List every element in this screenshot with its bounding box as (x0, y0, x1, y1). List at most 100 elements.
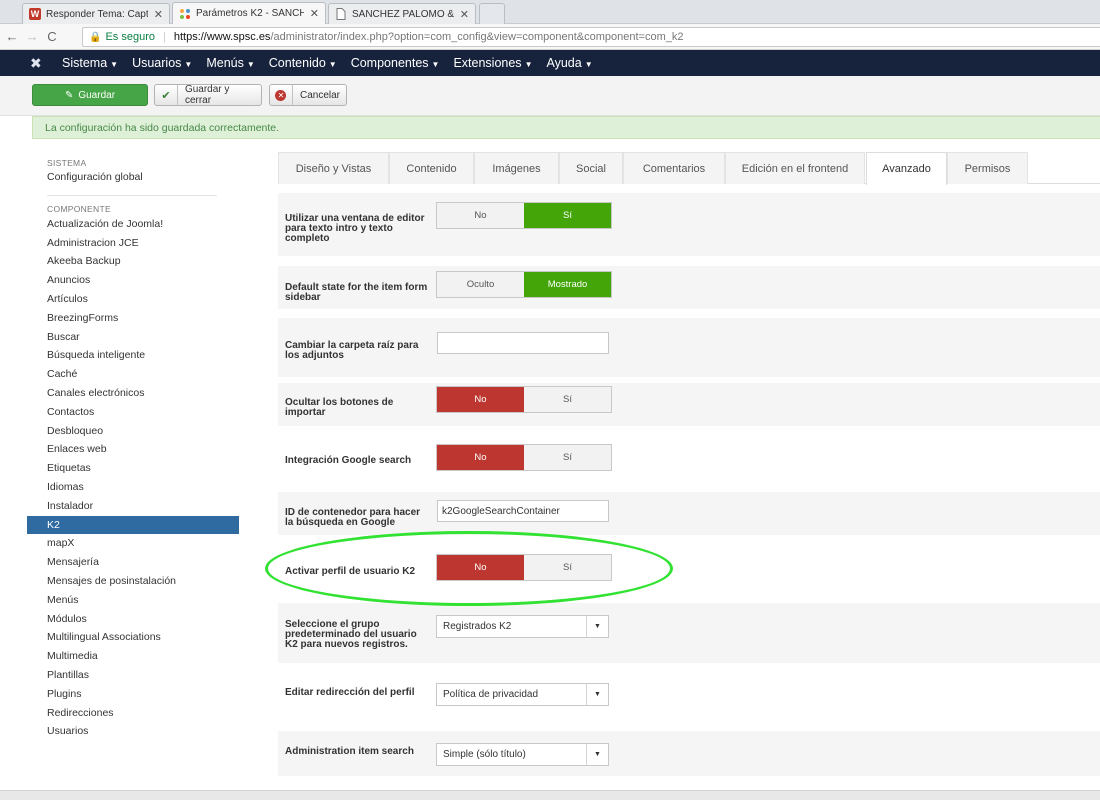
sidebar-item-k2-active[interactable]: K2 (27, 515, 239, 535)
close-tab-icon[interactable]: ✕ (154, 8, 163, 21)
field-row-google-container: ID de contenedor para hacer la búsqueda … (278, 492, 1100, 535)
browser-tab-sanchez-palomo[interactable]: SÁNCHEZ PALOMO & SÁ ✕ (328, 3, 476, 24)
close-tab-icon[interactable]: ✕ (460, 8, 469, 21)
tab-diseno-y-vistas[interactable]: Diseño y Vistas (278, 152, 389, 184)
option-mostrado-selected[interactable]: Mostrado (524, 272, 611, 297)
browser-tab-responder[interactable]: W Responder Tema: Captch ✕ (22, 3, 170, 24)
sidebar-item[interactable]: Administracion JCE (27, 234, 239, 253)
menu-menus[interactable]: Menús ▼ (206, 56, 254, 70)
tab-edicion-frontend[interactable]: Edición en el frontend (725, 152, 865, 184)
menu-componentes[interactable]: Componentes ▼ (351, 56, 440, 70)
cancel-icon: ✕ (270, 85, 293, 105)
sidebar-item[interactable]: Instalador (27, 497, 239, 516)
browser-tab-title: Parámetros K2 - SÁNCHE (196, 8, 304, 19)
menu-label: Sistema (62, 56, 108, 70)
tab-social[interactable]: Social (559, 152, 623, 184)
menu-sistema[interactable]: Sistema ▼ (62, 56, 118, 70)
sidebar-item[interactable]: Buscar (27, 328, 239, 347)
sidebar-item[interactable]: Canales electrónicos (27, 384, 239, 403)
field-row-ocultar-importar: Ocultar los botones de importar No Sí (278, 383, 1100, 426)
sidebar-item[interactable]: BreezingForms (27, 309, 239, 328)
admin-top-menu: ✖ Sistema ▼ Usuarios ▼ Menús ▼ Contenido ▼ C… (0, 50, 1100, 76)
option-si-selected[interactable]: Sí (524, 203, 611, 228)
sidebar-item[interactable]: Plantillas (27, 666, 239, 685)
caret-down-icon: ▼ (328, 60, 337, 69)
sidebar-item[interactable]: Búsqueda inteligente (27, 346, 239, 365)
sidebar-item[interactable]: mapX (27, 534, 239, 553)
url-host: https://www.spsc.es (173, 31, 271, 43)
menu-usuarios[interactable]: Usuarios ▼ (132, 56, 192, 70)
field-label: Default state for the item form sidebar (285, 282, 428, 303)
url-field[interactable]: 🔒 Es seguro | https://www.spsc.es/admini… (82, 27, 1100, 47)
caret-down-icon: ▼ (184, 60, 193, 69)
dropdown-arrow-icon: ▼ (586, 684, 608, 705)
grupo-usuario-select[interactable]: Registrados K2 ▼ (436, 615, 609, 638)
sidebar-divider (47, 194, 217, 196)
save-and-close-button[interactable]: ✔ Guardar y cerrar (154, 84, 262, 106)
tab-comentarios[interactable]: Comentarios (623, 152, 725, 184)
tab-contenido[interactable]: Contenido (389, 152, 474, 184)
sidebar-item[interactable]: Enlaces web (27, 440, 239, 459)
forward-arrow-icon[interactable]: → (24, 29, 40, 44)
option-no[interactable]: No (437, 203, 524, 228)
caret-down-icon: ▼ (431, 60, 440, 69)
sidebar-item[interactable]: Menús (27, 591, 239, 610)
sidebar-item[interactable]: Multimedia (27, 647, 239, 666)
option-si[interactable]: Sí (524, 445, 611, 470)
cancel-button[interactable]: ✕ Cancelar (269, 84, 347, 106)
field-label: Administration item search (285, 746, 414, 757)
save-button[interactable]: ✎ Guardar (32, 84, 148, 106)
sidebar-item[interactable]: Mensajería (27, 553, 239, 572)
option-no-selected[interactable]: No (437, 555, 524, 580)
google-search-toggle: No Sí (436, 444, 612, 471)
tab-permisos[interactable]: Permisos (947, 152, 1028, 184)
carpeta-adjuntos-input[interactable] (437, 332, 609, 354)
field-label: Editar redirección del perfil (285, 687, 415, 698)
google-container-input[interactable]: k2GoogleSearchContainer (437, 500, 609, 522)
cancel-button-label: Cancelar (299, 89, 340, 101)
sidebar-item[interactable]: Módulos (27, 610, 239, 629)
admin-search-select[interactable]: Simple (sólo título) ▼ (436, 743, 609, 766)
field-label: ID de contenedor para hacer la búsqueda … (285, 507, 421, 528)
reload-icon[interactable]: C (44, 29, 60, 44)
sidebar-item[interactable]: Desbloqueo (27, 422, 239, 441)
sidebar-item-configuracion-global[interactable]: Configuración global (27, 168, 239, 187)
browser-address-bar: ← → C 🔒 Es seguro | https://www.spsc.es /… (0, 24, 1100, 50)
tab-imagenes[interactable]: Imágenes (474, 152, 559, 184)
close-tab-icon[interactable]: ✕ (310, 7, 319, 20)
menu-contenido[interactable]: Contenido ▼ (269, 56, 337, 70)
sidebar-item[interactable]: Akeeba Backup (27, 252, 239, 271)
sidebar-item[interactable]: Redirecciones (27, 704, 239, 723)
joomla-logo-icon[interactable]: ✖ (30, 55, 50, 72)
browser-tab-title: SÁNCHEZ PALOMO & SÁ (352, 8, 454, 20)
sidebar-item[interactable]: Usuarios (27, 722, 239, 741)
sidebar-item[interactable]: Actualización de Joomla! (27, 215, 239, 234)
sidebar-item[interactable]: Idiomas (27, 478, 239, 497)
perfil-usuario-toggle: No Sí (436, 554, 612, 581)
new-tab-button[interactable] (479, 3, 505, 24)
sidebar-item[interactable]: Artículos (27, 290, 239, 309)
sidebar-item[interactable]: Etiquetas (27, 459, 239, 478)
tab-avanzado[interactable]: Avanzado (866, 152, 947, 185)
sidebar-item[interactable]: Contactos (27, 403, 239, 422)
option-no-selected[interactable]: No (437, 387, 524, 412)
option-no-selected[interactable]: No (437, 445, 524, 470)
ventana-editor-toggle: No Sí (436, 202, 612, 229)
sidebar-item[interactable]: Mensajes de posinstalación (27, 572, 239, 591)
back-arrow-icon[interactable]: ← (4, 29, 20, 44)
sidebar-item[interactable]: Caché (27, 365, 239, 384)
redireccion-perfil-select[interactable]: Política de privacidad ▼ (436, 683, 609, 706)
action-toolbar: ✎ Guardar ✔ Guardar y cerrar ✕ Cancelar (0, 76, 1100, 116)
option-si[interactable]: Sí (524, 387, 611, 412)
menu-extensiones[interactable]: Extensiones ▼ (453, 56, 532, 70)
sidebar-heading-sistema: SISTEMA (47, 158, 87, 168)
secure-label: Es seguro (105, 31, 155, 43)
sidebar-item[interactable]: Multilingual Associations (27, 628, 239, 647)
sidebar-item[interactable]: Anuncios (27, 271, 239, 290)
option-oculto[interactable]: Oculto (437, 272, 524, 297)
edit-icon: ✎ (64, 89, 74, 101)
sidebar-item[interactable]: Plugins (27, 685, 239, 704)
browser-tab-parametros-k2[interactable]: Parámetros K2 - SÁNCHE ✕ (172, 2, 326, 24)
menu-ayuda[interactable]: Ayuda ▼ (546, 56, 592, 70)
option-si[interactable]: Sí (524, 555, 611, 580)
